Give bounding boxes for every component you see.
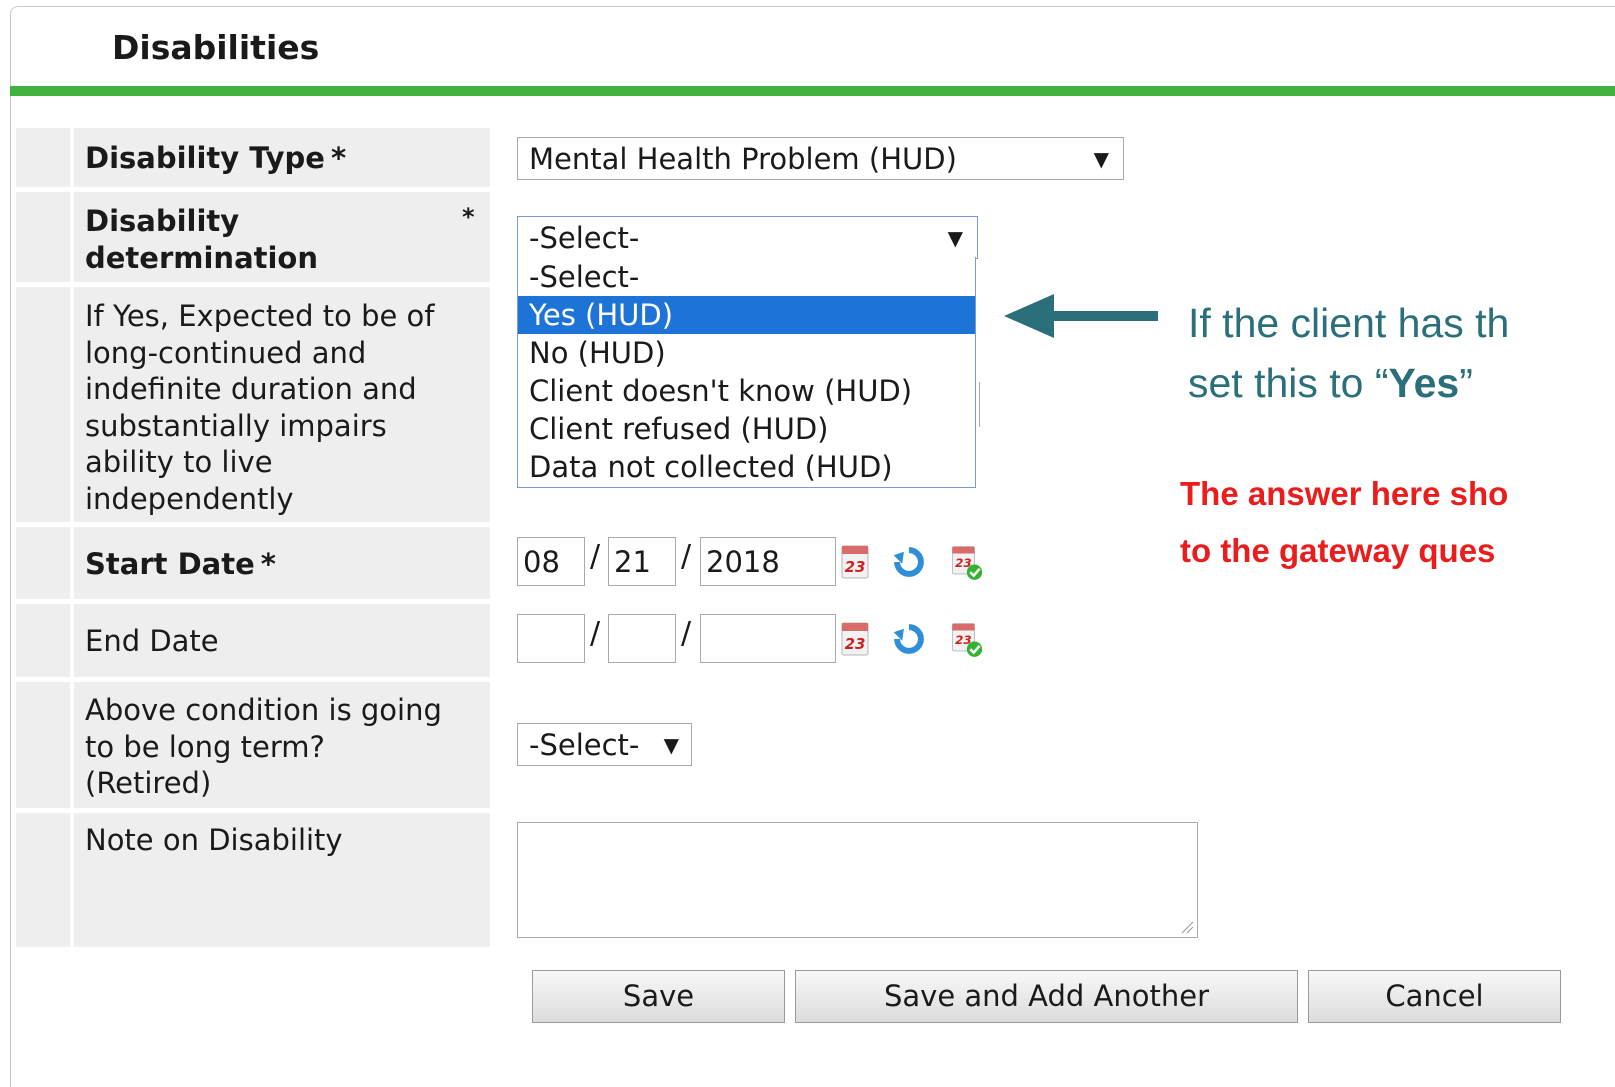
start-date-label: Start Date * — [85, 547, 276, 581]
callout-line-1: If the client has th — [1188, 300, 1510, 346]
date-separator: / — [681, 616, 692, 651]
expected-long-continued-label: If Yes, Expected to be of long-continued… — [85, 299, 435, 516]
option-select[interactable]: -Select- — [518, 258, 975, 296]
row-gutter — [16, 527, 70, 599]
refresh-icon[interactable] — [892, 542, 926, 582]
disability-type-select[interactable]: Mental Health Problem (HUD) ▼ — [517, 137, 1124, 180]
option-data-not-collected[interactable]: Data not collected (HUD) — [518, 448, 975, 486]
row-gutter — [16, 813, 70, 947]
end-date-label: End Date — [85, 624, 219, 658]
dropdown-arrow-icon: ▼ — [663, 732, 679, 757]
row-gutter — [16, 604, 70, 677]
start-date-day[interactable]: 21 — [608, 537, 676, 586]
end-date-month[interactable] — [517, 614, 585, 663]
start-date-month[interactable]: 08 — [517, 537, 585, 586]
date-separator: / — [681, 539, 692, 574]
row-gutter — [16, 682, 70, 808]
row-gutter — [16, 287, 70, 522]
calendar-check-icon[interactable]: 23 — [949, 542, 983, 582]
end-date-year[interactable] — [700, 614, 836, 663]
note-textarea[interactable] — [517, 822, 1198, 938]
dropdown-arrow-icon: ▼ — [1093, 146, 1109, 171]
option-no-hud[interactable]: No (HUD) — [518, 334, 975, 372]
option-yes-hud[interactable]: Yes (HUD) — [518, 296, 975, 334]
header-divider — [10, 86, 1615, 96]
cancel-button[interactable]: Cancel — [1308, 970, 1561, 1023]
option-client-refused[interactable]: Client refused (HUD) — [518, 410, 975, 448]
resize-handle-icon[interactable] — [1180, 920, 1194, 934]
panel-title: Disabilities — [112, 28, 320, 67]
long-term-label: Above condition is going to be long term… — [85, 693, 442, 800]
disability-type-label: Disability Type * — [85, 141, 347, 175]
end-date-group: / / 23 23 — [517, 614, 1017, 669]
row-gutter — [16, 128, 70, 187]
row-gutter — [16, 192, 70, 282]
save-and-add-another-button[interactable]: Save and Add Another — [795, 970, 1298, 1023]
end-date-day[interactable] — [608, 614, 676, 663]
svg-text:23: 23 — [845, 558, 866, 576]
note-label: Note on Disability — [85, 823, 343, 857]
refresh-icon[interactable] — [892, 619, 926, 659]
long-term-value: -Select- — [529, 727, 640, 762]
callout-red-line-1: The answer here sho — [1180, 475, 1509, 512]
callout-arrow-icon — [1004, 294, 1158, 338]
disability-determination-label: Disability determination — [85, 204, 319, 275]
long-term-select[interactable]: -Select- ▼ — [517, 723, 692, 766]
date-separator: / — [590, 616, 601, 651]
save-button[interactable]: Save — [532, 970, 785, 1023]
callout-red-line-2: to the gateway ques — [1180, 532, 1496, 569]
disability-determination-options: -Select- Yes (HUD) No (HUD) Client doesn… — [517, 257, 976, 488]
svg-text:23: 23 — [845, 635, 866, 653]
disability-type-value: Mental Health Problem (HUD) — [529, 141, 957, 176]
date-separator: / — [590, 539, 601, 574]
start-date-year[interactable]: 2018 — [700, 537, 836, 586]
calendar-check-icon[interactable]: 23 — [949, 619, 983, 659]
dropdown-arrow-icon: ▼ — [947, 225, 963, 250]
required-mark: * — [462, 203, 475, 231]
disability-determination-select[interactable]: -Select- ▼ — [517, 216, 978, 259]
calendar-icon[interactable]: 23 — [839, 542, 873, 582]
disability-determination-value: -Select- — [529, 220, 640, 255]
callout-line-2: set this to “Yes” — [1188, 360, 1473, 406]
option-client-doesnt-know[interactable]: Client doesn't know (HUD) — [518, 372, 975, 410]
start-date-group: 08 / 21 / 2018 23 23 — [517, 537, 1017, 592]
calendar-icon[interactable]: 23 — [839, 619, 873, 659]
